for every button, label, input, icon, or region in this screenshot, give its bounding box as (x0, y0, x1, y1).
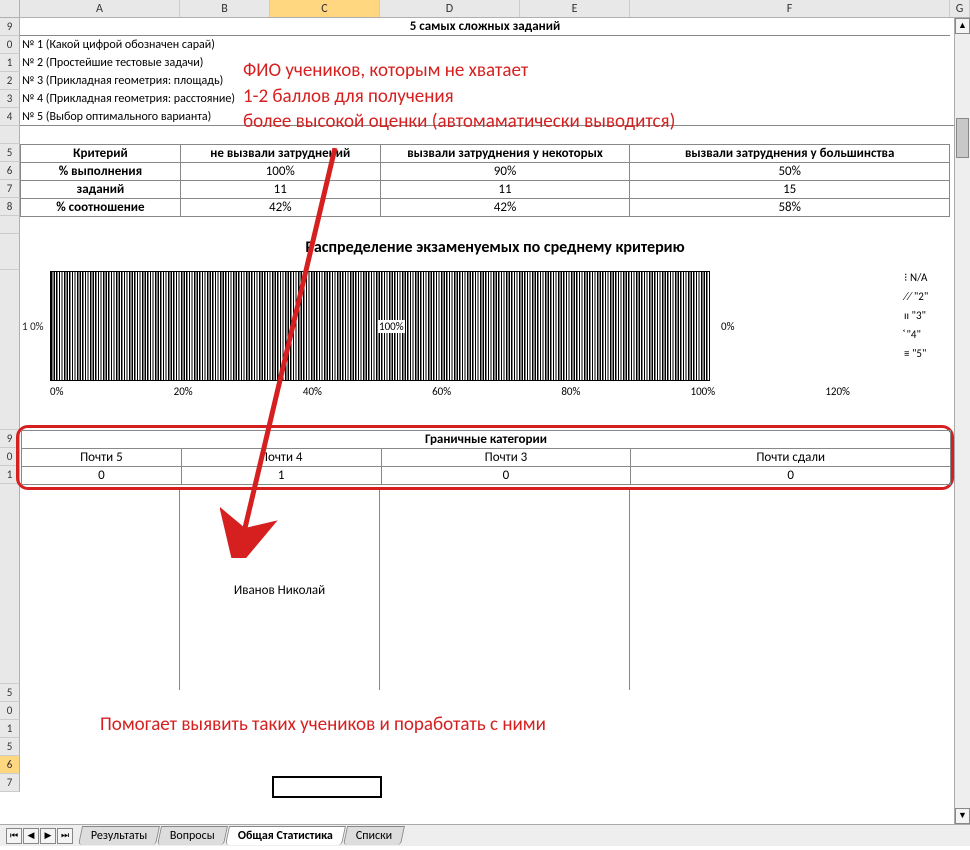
boundary-highlight-box: Граничные категории Почти 5 Почти 4 Почт… (16, 425, 954, 490)
col-header-E[interactable]: E (520, 0, 630, 17)
boundary-detail-cell (380, 490, 630, 690)
sheet-tab-general-stats[interactable]: Общая Статистика (225, 826, 346, 845)
sheet-tab-questions[interactable]: Вопросы (157, 826, 228, 845)
col-header-G[interactable]: G (950, 0, 970, 17)
row-header[interactable]: 8 (0, 198, 20, 216)
row-header[interactable]: 5 (0, 684, 20, 702)
criteria-label: % соотношение (21, 199, 181, 217)
criteria-header: вызвали затруднения у большинства (630, 145, 950, 163)
boundary-detail-row: Иванов Николай (20, 490, 950, 690)
criteria-header: Критерий (21, 145, 181, 163)
row-header[interactable] (0, 126, 20, 144)
chart-legend: ⁝ N/A ⁄⁄ "2" ıı "3" ᷾᷾ "4" ≡ "5" (904, 271, 950, 366)
tab-nav-prev-icon[interactable]: ◀ (23, 828, 39, 844)
chart-data-label: 100% (378, 320, 405, 333)
criteria-header: не вызвали затруднений (180, 145, 380, 163)
boundary-detail-cell (630, 490, 950, 690)
criteria-value: 90% (380, 163, 630, 181)
tab-nav-next-icon[interactable]: ▶ (40, 828, 56, 844)
row-header[interactable]: 7 (0, 774, 20, 792)
boundary-header: Почти сдали (631, 449, 951, 467)
row-header[interactable]: 1 (0, 54, 20, 72)
vertical-scrollbar[interactable]: ▲ ▼ (954, 18, 970, 824)
row-header[interactable]: 5 (0, 738, 20, 756)
tab-nav-buttons: ⏮ ◀ ▶ ⏭ (6, 828, 74, 844)
sheet-tab-bar: ⏮ ◀ ▶ ⏭ Результаты Вопросы Общая Статист… (0, 824, 970, 846)
criteria-table: Критерий не вызвали затруднений вызвали … (20, 144, 950, 217)
section-title: 5 самых сложных заданий (20, 18, 950, 36)
criteria-value: 11 (180, 181, 380, 199)
row-header[interactable] (0, 234, 20, 270)
boundary-value: 0 (381, 467, 631, 485)
scroll-up-button[interactable]: ▲ (955, 18, 970, 34)
annotation-text-top: ФИО учеников, которым не хватает 1-2 бал… (243, 58, 953, 135)
boundary-table: Граничные категории Почти 5 Почти 4 Почт… (21, 430, 951, 485)
boundary-title: Граничные категории (22, 431, 951, 449)
boundary-header: Почти 3 (381, 449, 631, 467)
chart-y-label: 1 0% (22, 320, 44, 333)
col-header-A[interactable]: A (20, 0, 180, 17)
row-header[interactable]: 0 (0, 702, 20, 720)
criteria-value: 50% (630, 163, 950, 181)
tab-nav-first-icon[interactable]: ⏮ (6, 828, 22, 844)
row-header[interactable]: 9 (0, 18, 20, 36)
boundary-detail-cell: Иванов Николай (180, 490, 380, 690)
row-header[interactable]: 6 (0, 756, 20, 774)
boundary-value: 1 (181, 467, 381, 485)
scroll-thumb[interactable] (956, 118, 969, 158)
active-cell-indicator (272, 776, 382, 798)
boundary-header: Почти 5 (22, 449, 182, 467)
criteria-header: вызвали затруднения у некоторых (380, 145, 630, 163)
criteria-value: 42% (380, 199, 630, 217)
chart-data-label: 0% (720, 320, 735, 333)
col-header-F[interactable]: F (630, 0, 950, 17)
row-header[interactable]: 4 (0, 108, 20, 126)
criteria-value: 15 (630, 181, 950, 199)
row-header[interactable] (0, 216, 20, 234)
boundary-value: 0 (631, 467, 951, 485)
column-headers: A B C D E F G (0, 0, 970, 18)
row-header[interactable]: 0 (0, 36, 20, 54)
row-header[interactable]: 2 (0, 72, 20, 90)
row-header[interactable] (0, 270, 20, 430)
col-header-D[interactable]: D (380, 0, 520, 17)
sheet-tab-lists[interactable]: Списки (343, 826, 405, 845)
task-item: № 1 (Какой цифрой обозначен сарай) (20, 36, 970, 54)
chart: 1 0% 100% 0% 0% 20% 40% 60% 80% 100% 120… (20, 265, 950, 425)
criteria-value: 58% (630, 199, 950, 217)
boundary-detail-cell (20, 490, 180, 690)
chart-title: Распределение экзаменуемых по среднему к… (20, 235, 970, 261)
boundary-value: 0 (22, 467, 182, 485)
select-all-corner[interactable] (0, 0, 20, 17)
criteria-label: заданий (21, 181, 181, 199)
sheet-tab-results[interactable]: Результаты (78, 826, 160, 845)
criteria-value: 11 (380, 181, 630, 199)
row-header[interactable]: 3 (0, 90, 20, 108)
row-header[interactable] (0, 484, 20, 684)
scroll-down-button[interactable]: ▼ (955, 808, 970, 824)
criteria-label: % выполнения (21, 163, 181, 181)
row-header[interactable]: 5 (0, 144, 20, 162)
col-header-C[interactable]: C (270, 0, 380, 17)
row-header[interactable]: 6 (0, 162, 20, 180)
boundary-header: Почти 4 (181, 449, 381, 467)
criteria-value: 100% (180, 163, 380, 181)
tab-nav-last-icon[interactable]: ⏭ (57, 828, 73, 844)
row-header[interactable]: 1 (0, 720, 20, 738)
row-header[interactable]: 7 (0, 180, 20, 198)
criteria-value: 42% (180, 199, 380, 217)
chart-x-axis: 0% 20% 40% 60% 80% 100% 120% (50, 385, 850, 398)
row-headers: 9 0 1 2 3 4 5 6 7 8 9 0 1 5 0 1 5 6 7 (0, 18, 20, 792)
col-header-B[interactable]: B (180, 0, 270, 17)
annotation-text-bottom: Помогает выявить таких учеников и порабо… (100, 712, 546, 738)
